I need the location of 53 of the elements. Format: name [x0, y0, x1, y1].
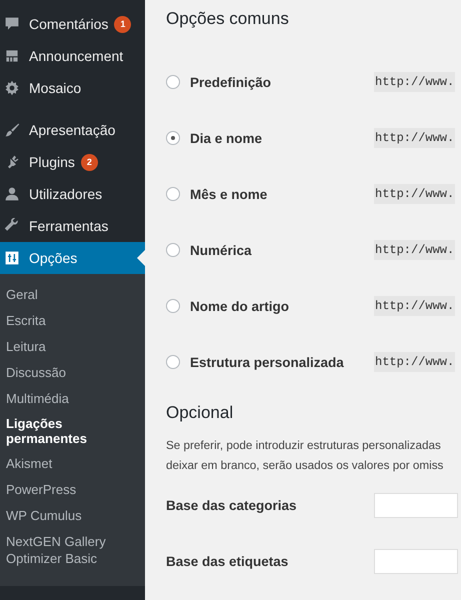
url-example: http://www.: [374, 296, 456, 316]
radio-button[interactable]: [166, 131, 180, 145]
menu-item[interactable]: Plugins 2: [0, 146, 145, 178]
submenu-item[interactable]: Discussão: [0, 360, 145, 386]
url-example: http://www.: [374, 72, 456, 92]
comment-icon: [4, 16, 20, 32]
submenu-item[interactable]: Geral: [0, 282, 145, 308]
option-label[interactable]: Numérica: [190, 242, 252, 258]
option-label[interactable]: Predefinição: [190, 74, 272, 90]
submenu-item[interactable]: Escrita: [0, 308, 145, 334]
menu-item[interactable]: Apresentação: [0, 114, 145, 146]
menu-item[interactable]: Utilizadores: [0, 178, 145, 210]
option-label[interactable]: Mês e nome: [190, 186, 268, 202]
url-example: http://www.: [374, 352, 456, 372]
person-icon: [4, 186, 20, 202]
field-label: Base das etiquetas: [166, 554, 290, 569]
radio-button[interactable]: [166, 299, 180, 313]
submenu-item[interactable]: Ligações permanentes: [0, 412, 145, 451]
grid-icon: [4, 48, 20, 64]
submenu-item[interactable]: Akismet: [0, 451, 145, 477]
description-text: Se preferir, pode introduzir estruturas personalizadas: [166, 438, 442, 454]
submenu-item[interactable]: WP Cumulus: [0, 503, 145, 529]
submenu-item[interactable]: NextGEN Gallery Optimizer Basic: [0, 529, 145, 572]
submenu-item[interactable]: PowerPress: [0, 477, 145, 503]
menu-item[interactable]: Opções: [0, 242, 145, 274]
menu-item[interactable]: Ferramentas: [0, 210, 145, 242]
section-heading: Opções comuns: [166, 9, 290, 29]
input-field[interactable]: [374, 549, 458, 574]
submenu-item[interactable]: Multimédia: [0, 386, 145, 412]
input-field[interactable]: [374, 493, 458, 518]
count-badge: 1: [114, 16, 132, 32]
pointer-icon: [137, 250, 145, 266]
menu-item[interactable]: Announcement: [0, 40, 145, 72]
gear-icon: [4, 80, 20, 96]
radio-button[interactable]: [166, 187, 180, 201]
radio-button[interactable]: [166, 243, 180, 257]
url-example: http://www.: [374, 184, 456, 204]
description-text: deixar em branco, serão usados os valores por omiss: [166, 458, 444, 474]
option-label[interactable]: Dia e nome: [190, 130, 262, 146]
menu-item[interactable]: Comentários 1: [0, 8, 145, 40]
sliders-icon: [4, 250, 20, 266]
brush-icon: [4, 122, 20, 138]
option-label[interactable]: Estrutura personalizada: [190, 354, 344, 370]
submenu-item[interactable]: Leitura: [0, 334, 145, 360]
section-heading: Opcional: [166, 403, 234, 423]
radio-button[interactable]: [166, 355, 180, 369]
radio-button[interactable]: [166, 75, 180, 89]
field-label: Base das categorias: [166, 498, 298, 513]
url-example: http://www.: [374, 240, 456, 260]
menu-item[interactable]: Mosaico: [0, 72, 145, 104]
url-example: http://www.: [374, 128, 456, 148]
count-badge: 2: [80, 154, 98, 170]
option-label[interactable]: Nome do artigo: [190, 298, 290, 314]
